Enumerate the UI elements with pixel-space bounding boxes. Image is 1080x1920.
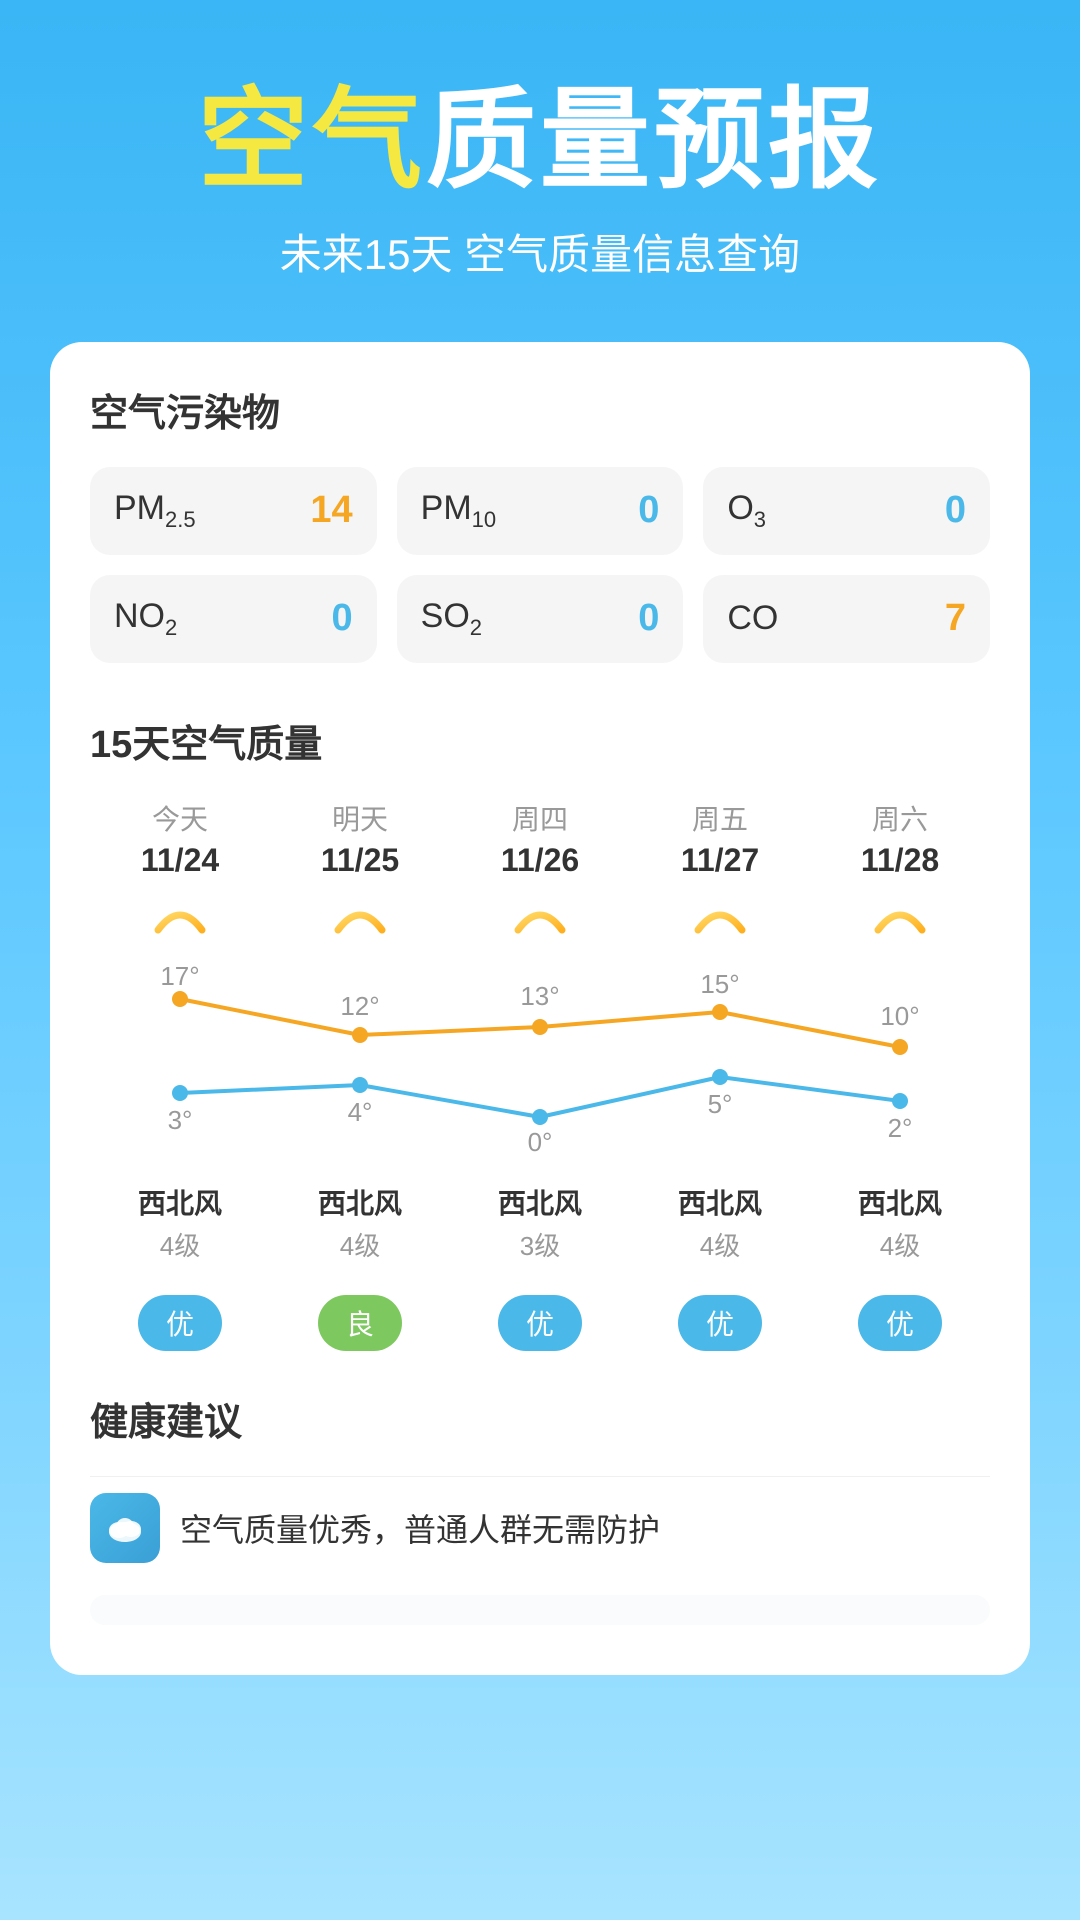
forecast-day-4: 周五 11/27 (630, 798, 810, 947)
health-item-1: 空气质量优秀，普通人群无需防护 (90, 1476, 990, 1579)
svg-text:17°: 17° (160, 961, 199, 991)
sun-icon-2 (328, 895, 392, 935)
forecast-grid: 今天 11/24 明天 11/25 周四 11/26 (90, 798, 990, 947)
forecast-title: 15天空气质量 (90, 713, 990, 768)
aq-badge-grid: 优 良 优 优 优 (90, 1295, 990, 1351)
forecast-day-5: 周六 11/28 (810, 798, 990, 947)
high-dot-5 (892, 1039, 908, 1055)
svg-text:5°: 5° (708, 1089, 733, 1119)
svg-text:2°: 2° (888, 1113, 913, 1143)
aq-badge-4: 优 (630, 1295, 810, 1351)
high-dot-2 (352, 1027, 368, 1043)
health-icon (90, 1493, 160, 1563)
svg-text:10°: 10° (880, 1001, 919, 1031)
low-dot-4 (712, 1069, 728, 1085)
main-card: 空气污染物 PM2.5 14 PM10 0 O3 0 NO2 0 SO2 0 C… (50, 342, 1030, 1675)
pollutant-pm25: PM2.5 14 (90, 467, 377, 555)
main-title: 空气质量预报 (60, 80, 1020, 201)
svg-text:0°: 0° (528, 1127, 553, 1157)
svg-text:3°: 3° (168, 1105, 193, 1135)
header: 空气质量预报 未来15天 空气质量信息查询 (0, 0, 1080, 322)
sun-icon-5 (868, 895, 932, 935)
aq-badge-3: 优 (450, 1295, 630, 1351)
low-dot-5 (892, 1093, 908, 1109)
pollutants-title: 空气污染物 (90, 382, 990, 437)
temp-chart-svg: 17° 12° 13° 15° 10° (90, 957, 990, 1157)
pollutant-no2-value: 0 (332, 597, 353, 640)
pollutant-no2: NO2 0 (90, 575, 377, 663)
wind-grid: 西北风 4级 西北风 4级 西北风 3级 西北风 4级 西北风 4级 (90, 1182, 990, 1275)
svg-text:4°: 4° (348, 1097, 373, 1127)
health-item-partial (90, 1595, 990, 1625)
pollutant-pm10: PM10 0 (397, 467, 684, 555)
sun-icon-4 (688, 895, 752, 935)
pollutant-so2: SO2 0 (397, 575, 684, 663)
health-section: 健康建议 空气质量优秀，普通人群无需防护 (90, 1391, 990, 1625)
svg-text:15°: 15° (700, 969, 739, 999)
low-dot-3 (532, 1109, 548, 1125)
pollutant-co-value: 7 (945, 597, 966, 640)
forecast-day-1: 今天 11/24 (90, 798, 270, 947)
low-dot-1 (172, 1085, 188, 1101)
pollutant-o3-value: 0 (945, 489, 966, 532)
low-dot-2 (352, 1077, 368, 1093)
pollutant-pm25-value: 14 (310, 489, 352, 532)
sun-icon-3 (508, 895, 572, 935)
svg-text:12°: 12° (340, 991, 379, 1021)
title-air: 空气 (198, 79, 426, 202)
wind-1: 西北风 4级 (90, 1182, 270, 1275)
wind-4: 西北风 4级 (630, 1182, 810, 1275)
high-dot-3 (532, 1019, 548, 1035)
aq-badge-1: 优 (90, 1295, 270, 1351)
high-dot-4 (712, 1004, 728, 1020)
health-title: 健康建议 (90, 1391, 990, 1446)
title-quality: 质量预报 (426, 79, 882, 202)
pollutant-o3: O3 0 (703, 467, 990, 555)
cloud-icon (103, 1506, 147, 1550)
forecast-day-3: 周四 11/26 (450, 798, 630, 947)
aq-badge-2: 良 (270, 1295, 450, 1351)
svg-text:13°: 13° (520, 981, 559, 1011)
pollutant-co: CO 7 (703, 575, 990, 663)
temp-chart-container: 17° 12° 13° 15° 10° (90, 957, 990, 1162)
pollutant-pm10-value: 0 (638, 489, 659, 532)
wind-3: 西北风 3级 (450, 1182, 630, 1275)
aq-badge-5: 优 (810, 1295, 990, 1351)
wind-5: 西北风 4级 (810, 1182, 990, 1275)
wind-2: 西北风 4级 (270, 1182, 450, 1275)
health-text-1: 空气质量优秀，普通人群无需防护 (180, 1505, 660, 1551)
forecast-day-2: 明天 11/25 (270, 798, 450, 947)
high-dot-1 (172, 991, 188, 1007)
sun-icon-1 (148, 895, 212, 935)
pollutant-grid: PM2.5 14 PM10 0 O3 0 NO2 0 SO2 0 CO 7 (90, 467, 990, 663)
pollutant-so2-value: 0 (638, 597, 659, 640)
subtitle: 未来15天 空气质量信息查询 (60, 221, 1020, 282)
